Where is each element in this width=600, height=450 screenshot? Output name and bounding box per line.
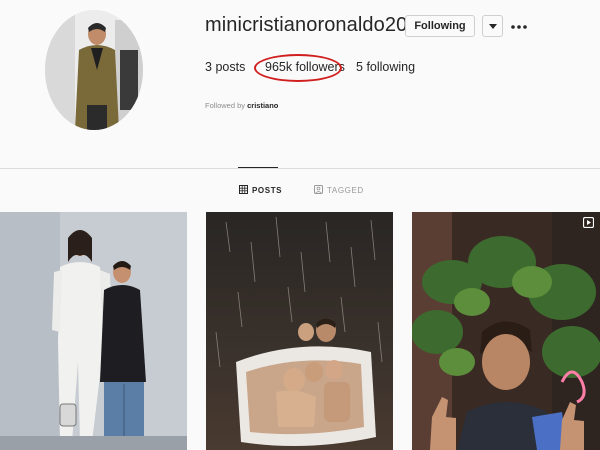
profile-avatar[interactable] <box>45 10 143 130</box>
followed-by-user-link[interactable]: cristiano <box>247 101 278 110</box>
posts-count: 3 posts <box>205 60 245 74</box>
tab-tagged-label: TAGGED <box>327 186 364 195</box>
post-thumbnail[interactable] <box>0 212 187 450</box>
followers-highlight-annotation <box>254 54 342 82</box>
tab-tagged[interactable]: TAGGED <box>314 185 364 196</box>
tag-icon <box>314 185 323 196</box>
video-icon <box>583 217 594 228</box>
following-count[interactable]: 5 following <box>356 60 415 74</box>
post-thumbnail[interactable] <box>412 212 600 450</box>
tab-posts[interactable]: POSTS <box>239 185 282 196</box>
ellipsis-icon <box>511 16 527 34</box>
followed-by-line: Followed by cristiano <box>205 101 278 110</box>
posts-count-label: posts <box>215 60 246 74</box>
following-button[interactable]: Following <box>405 15 475 37</box>
grid-icon <box>239 185 248 196</box>
following-count-value: 5 <box>356 60 363 74</box>
post-thumbnail[interactable] <box>206 212 393 450</box>
suggestions-dropdown-button[interactable] <box>482 15 503 37</box>
triangle-down-icon <box>488 17 497 35</box>
following-count-label: following <box>366 60 416 74</box>
followed-by-prefix: Followed by <box>205 101 246 110</box>
tabs-divider <box>0 168 600 169</box>
tab-posts-label: POSTS <box>252 186 283 195</box>
posts-count-value: 3 <box>205 60 212 74</box>
active-tab-indicator <box>238 167 278 168</box>
more-options-button[interactable] <box>510 17 528 33</box>
profile-username: minicristianoronaldo2010 <box>205 14 430 36</box>
